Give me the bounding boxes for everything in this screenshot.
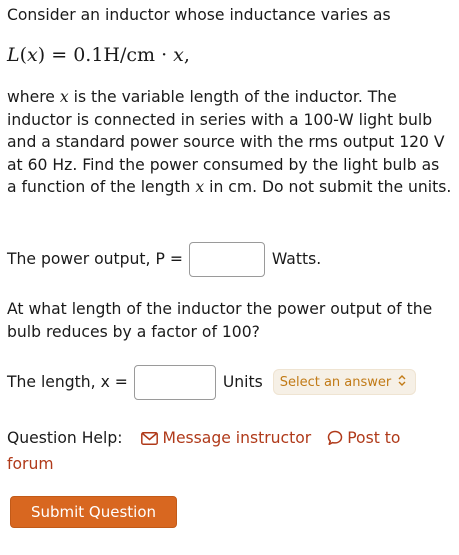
- length-label: The length, x =: [7, 373, 128, 391]
- formula-suffix: ,: [183, 44, 190, 66]
- help-label: Question Help:: [7, 429, 123, 447]
- inductance-formula: L(x) = 0.1H/cm · x,: [7, 44, 190, 66]
- power-input[interactable]: [188, 241, 265, 277]
- question-description: where x is the variable length of the in…: [7, 86, 453, 199]
- question-2-text: At what length of the inductor the power…: [7, 300, 433, 341]
- formula-variable-rhs: x: [173, 44, 184, 66]
- message-instructor-link[interactable]: Message instructor: [162, 429, 311, 447]
- power-answer-row: The power output, P = Watts.: [7, 239, 321, 279]
- description-variable-2: x: [195, 178, 205, 197]
- length-input[interactable]: [133, 364, 216, 400]
- units-select-value: Select an answer: [279, 374, 392, 390]
- formula-coefficient: 0.1H/cm ·: [73, 44, 174, 66]
- description-variable: x: [59, 88, 69, 106]
- submit-question-button[interactable]: Submit Question: [10, 496, 177, 528]
- length-answer-row: The length, x = Units Select an answer: [7, 362, 417, 402]
- select-arrows-icon: [398, 375, 406, 389]
- forum-link-text-2: forum: [7, 455, 54, 473]
- question-help: Question Help: Message instructor Post t…: [7, 427, 453, 476]
- envelope-icon: [141, 429, 159, 452]
- power-label: The power output, P =: [7, 250, 183, 268]
- speech-bubble-icon: [327, 430, 343, 453]
- formula-function: L: [7, 44, 20, 66]
- length-unit-label: Units: [222, 373, 263, 391]
- power-unit: Watts.: [271, 250, 322, 268]
- description-text-1: where: [7, 88, 60, 106]
- description-text-3: in cm. Do not submit the units.: [204, 178, 452, 197]
- question-intro: Consider an inductor whose inductance va…: [7, 6, 391, 24]
- units-select[interactable]: Select an answer: [272, 369, 417, 395]
- forum-link-text-1: Post to: [347, 429, 401, 447]
- formula-variable: x: [27, 44, 38, 66]
